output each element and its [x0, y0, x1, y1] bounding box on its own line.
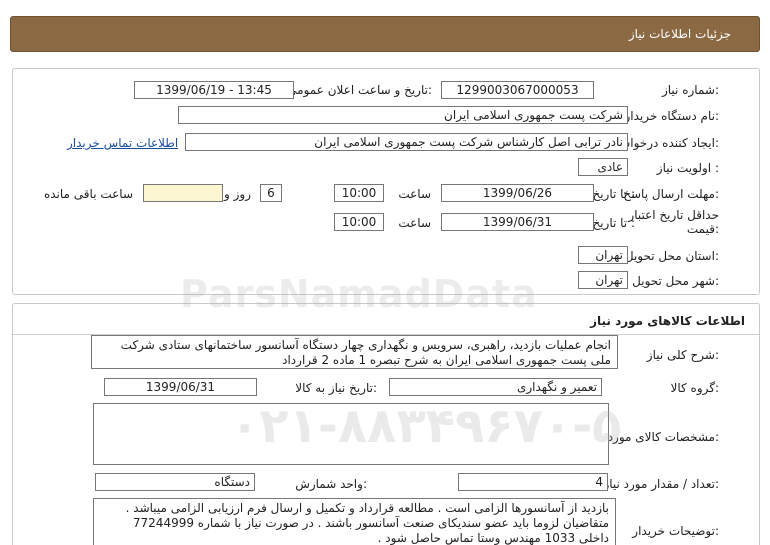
min-validity-label: حداقل تاریخ اعتبار: [628, 208, 719, 222]
reply-time-label: ساعت: [398, 187, 431, 201]
reply-date-field: 1399/06/26: [441, 184, 594, 202]
need-date-field: 1399/06/31: [104, 378, 257, 396]
general-desc-label: شرح کلی نیاز:: [646, 348, 719, 362]
unit-label: واحد شمارش:: [295, 477, 367, 491]
quantity-label: تعداد / مقدار مورد نیاز:: [603, 477, 719, 491]
buyer-org-label: نام دستگاه خریدار:: [624, 109, 720, 123]
general-desc-field: انجام عملیات بازدید، راهبری، سرویس و نگه…: [91, 335, 618, 369]
validity-date-field: 1399/06/31: [441, 213, 594, 231]
buyer-notes-field: بازدید از آسانسورها الزامی است . مطالعه …: [93, 498, 616, 545]
reply-time-field: 10:00: [334, 184, 384, 202]
need-date-label: تاریخ نیاز به کالا:: [295, 381, 377, 395]
page-header: جزئیات اطلاعات نیاز: [10, 16, 760, 52]
announce-date-field: 1399/06/19 - 13:45: [134, 81, 294, 99]
validity-time-field: 10:00: [334, 213, 384, 231]
hours-remaining-field: [143, 184, 223, 202]
goods-spec-field: [93, 403, 609, 465]
delivery-city-label: شهر محل تحویل:: [632, 274, 719, 288]
validity-until-label: تا تاریخ :: [592, 216, 635, 230]
days-remaining-field: 6: [260, 184, 282, 202]
reply-deadline-label: مهلت ارسال پاسخ:: [623, 187, 719, 201]
delivery-city-field: تهران: [578, 271, 628, 289]
goods-group-field: تعمیر و نگهداری: [389, 378, 602, 396]
goods-group-label: گروه کالا:: [670, 381, 720, 395]
priority-label: اولویت نیاز :: [656, 161, 719, 175]
priority-field: عادی: [578, 158, 628, 176]
buyer-notes-label: توضیحات خریدار:: [632, 524, 719, 538]
buyer-org-field: شرکت پست جمهوری اسلامی ایران: [178, 106, 628, 124]
reply-until-label: تا تاریخ :: [592, 187, 635, 201]
buyer-contact-link[interactable]: اطلاعات تماس خریدار: [67, 136, 178, 150]
days-label: روز و: [224, 187, 251, 201]
page-title: جزئیات اطلاعات نیاز: [628, 27, 731, 41]
need-number-field: 1299003067000053: [441, 81, 594, 99]
min-validity-label-2: قیمت:: [686, 222, 719, 236]
creator-field: نادر ترابی اصل کارشناس شرکت پست جمهوری ا…: [185, 133, 628, 151]
need-number-label: شماره نیاز:: [661, 83, 719, 97]
announce-date-label: تاریخ و ساعت اعلان عمومی:: [287, 83, 432, 97]
validity-time-label: ساعت: [398, 216, 431, 230]
unit-field: دستگاه: [95, 473, 255, 491]
goods-section-title: اطلاعات کالاهای مورد نیاز: [590, 314, 745, 328]
delivery-province-field: تهران: [578, 246, 628, 264]
delivery-province-label: استان محل تحویل:: [624, 249, 719, 263]
goods-panel: اطلاعات کالاهای مورد نیاز شرح کلی نیاز: …: [12, 303, 760, 545]
need-info-panel: شماره نیاز: 1299003067000053 تاریخ و ساع…: [12, 68, 760, 295]
quantity-field: 4: [458, 473, 608, 491]
hours-remaining-label: ساعت باقی مانده: [43, 187, 133, 201]
